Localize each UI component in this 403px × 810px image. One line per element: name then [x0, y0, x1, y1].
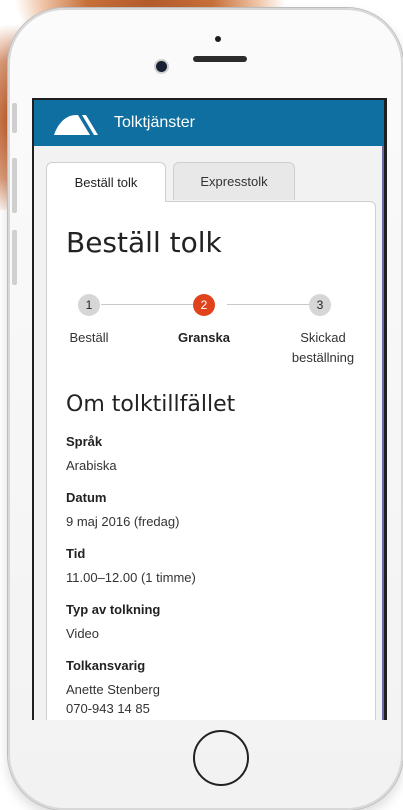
scrollbar[interactable]	[382, 146, 384, 720]
step-1-circle: 1	[78, 294, 100, 316]
field-label: Tolkansvarig	[66, 658, 146, 673]
field-label: Tid	[66, 546, 86, 561]
progress-stepper: 1 2 3 Beställ Granska Skickad beställnin…	[47, 292, 377, 372]
phone-screen: Tolktjänster Beställ tolk Expresstolk Be…	[32, 98, 387, 720]
step-2-circle: 2	[193, 294, 215, 316]
tab-bestall-tolk[interactable]: Beställ tolk	[46, 162, 166, 202]
field-value: Video	[66, 626, 100, 641]
step-3-label-line1: Skickad	[300, 330, 346, 345]
home-button[interactable]	[193, 730, 249, 786]
field-value: 11.00–12.00 (1 timme)	[66, 570, 196, 585]
front-camera	[156, 61, 167, 72]
page-title: Beställ tolk	[66, 226, 222, 259]
field-typ: Typ av tolkning Video	[66, 602, 356, 643]
order-details: Språk Arabiska Datum 9 maj 2016 (fredag)…	[66, 434, 356, 720]
field-tid: Tid 11.00–12.00 (1 timme)	[66, 546, 356, 587]
field-datum: Datum 9 maj 2016 (fredag)	[66, 490, 356, 531]
tab-expresstolk[interactable]: Expresstolk	[173, 162, 295, 200]
step-3-label-line2: beställning	[291, 350, 355, 365]
field-label: Datum	[66, 490, 107, 505]
section-title: Om tolktillfället	[66, 392, 236, 417]
mute-switch	[12, 103, 17, 133]
tab-panel: Beställ tolk 1 2 3 Beställ Granska Skick…	[46, 201, 376, 720]
main-content: Beställ tolk Expresstolk Beställ tolk 1 …	[34, 146, 384, 720]
app-header: Tolktjänster	[34, 100, 384, 146]
brand-name[interactable]: Tolktjänster	[114, 114, 195, 132]
tolkservice-logo-icon	[54, 115, 98, 135]
field-label: Typ av tolkning	[66, 602, 161, 617]
step-3-circle: 3	[309, 294, 331, 316]
volume-down-button	[12, 230, 17, 285]
field-value: Arabiska	[66, 458, 117, 473]
contact-phone[interactable]: 070-943 14 85	[66, 699, 356, 718]
step-1-label: Beställ	[69, 330, 109, 345]
field-value: 9 maj 2016 (fredag)	[66, 514, 180, 529]
contact-name: Anette Stenberg	[66, 682, 160, 697]
volume-up-button	[12, 158, 17, 213]
field-label: Språk	[66, 434, 103, 449]
step-3-label: Skickad beställning	[283, 328, 363, 368]
step-2-label: Granska	[177, 330, 231, 345]
earpiece-speaker	[193, 56, 247, 62]
proximity-sensor	[215, 36, 221, 42]
step-connector	[101, 304, 205, 305]
field-tolkansvarig: Tolkansvarig Anette Stenberg 070-943 14 …	[66, 658, 356, 718]
field-sprak: Språk Arabiska	[66, 434, 356, 475]
